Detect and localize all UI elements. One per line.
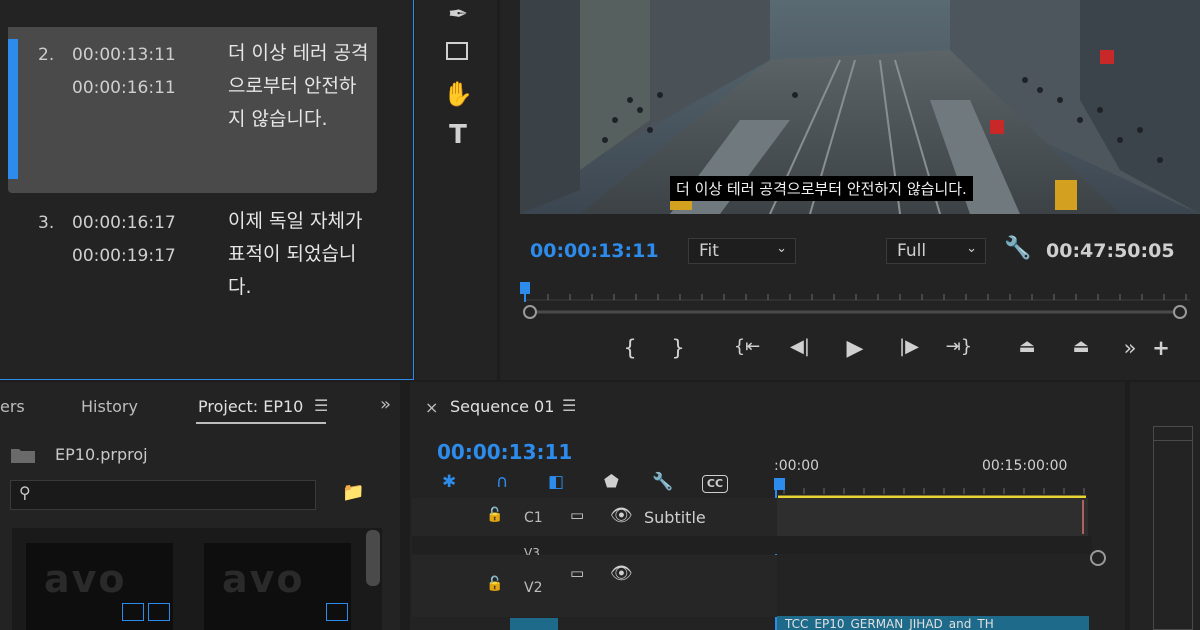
wrench-icon[interactable]: 🔧 [652, 472, 673, 492]
caption-text[interactable]: 더 이상 테러 공격으로부터 안전하지 않습니다. [228, 37, 373, 136]
logo-mark: avo [222, 557, 305, 601]
lock-icon[interactable]: 🔓 [486, 507, 503, 523]
quality-dropdown[interactable]: Full ⌄ [886, 238, 986, 264]
snap-icon[interactable]: ✱ [442, 472, 456, 492]
premiere-window: 2. 00:00:13:11 00:00:16:11 더 이상 테러 공격으로부… [0, 0, 1200, 630]
track-target-v1[interactable] [510, 618, 558, 630]
wrench-icon[interactable]: 🔧 [1004, 236, 1031, 261]
eye-icon[interactable]: 👁 [610, 563, 633, 584]
tab-project[interactable]: Project: EP10 [198, 397, 303, 416]
project-file-name: EP10.prproj [55, 445, 148, 464]
captions-panel: 2. 00:00:13:11 00:00:16:11 더 이상 테러 공격으로부… [0, 0, 414, 380]
folder-icon [10, 446, 36, 464]
caption-out-timecode[interactable]: 00:00:19:17 [72, 240, 176, 273]
tab-sequence[interactable]: Sequence 01 [450, 397, 554, 416]
play-icon[interactable]: ▶ [840, 336, 870, 361]
track-header-v2 [412, 555, 777, 617]
tab-markers[interactable]: ers [0, 397, 25, 416]
logo-mark: avo [44, 557, 127, 601]
lift-icon[interactable]: ⏏ [1012, 336, 1042, 357]
toggle-output-icon[interactable]: ▭ [570, 506, 584, 524]
rectangle-icon[interactable] [443, 40, 473, 70]
audio-badge-icon [148, 603, 170, 621]
caption-out-timecode[interactable]: 00:00:16:11 [72, 72, 176, 105]
clip-end-marker [1082, 500, 1084, 534]
captions-icon[interactable]: CC [702, 475, 728, 493]
panel-menu-icon[interactable]: ☰ [562, 396, 576, 415]
zoom-value: Fit [699, 241, 719, 261]
track-c1-name: Subtitle [644, 508, 706, 527]
video-badge-icon [122, 603, 144, 621]
caption-in-timecode[interactable]: 00:00:16:17 [72, 207, 176, 240]
track-c1-area[interactable] [777, 498, 1088, 536]
lock-icon[interactable]: 🔓 [486, 576, 503, 592]
duration-timecode: 00:47:50:05 [1046, 240, 1175, 262]
eye-icon[interactable]: 👁 [610, 505, 633, 526]
selection-bar [8, 39, 18, 179]
caption-number: 3. [38, 213, 55, 233]
timeline-zoom-handle[interactable] [1090, 550, 1106, 566]
more-icon[interactable]: » [1115, 336, 1145, 360]
quality-value: Full [897, 241, 927, 261]
media-thumbnail[interactable]: avo [26, 543, 173, 630]
type-icon[interactable]: T [443, 120, 473, 150]
magnet-icon[interactable]: ∩ [496, 472, 508, 492]
clip-name: TCC_EP10_GERMAN_JIHAD_and_TH [785, 617, 994, 630]
search-icon: ⚲ [19, 483, 31, 502]
step-forward-icon[interactable]: |▶ [894, 336, 924, 357]
tab-history[interactable]: History [81, 397, 138, 416]
tools-panel: ✒ ✋ T [415, 0, 497, 380]
scrollbar[interactable] [366, 530, 380, 586]
chevron-down-icon: ⌄ [776, 241, 787, 256]
caption-item[interactable]: 3. 00:00:16:17 00:00:19:17 이제 독일 자체가 표적이… [8, 195, 377, 315]
add-icon[interactable]: + [1146, 336, 1176, 360]
chevron-down-icon: ⌄ [966, 241, 977, 256]
search-input[interactable]: ⚲ [10, 480, 316, 510]
panel-menu-icon[interactable]: ☰ [314, 396, 328, 415]
caption-item-selected[interactable]: 2. 00:00:13:11 00:00:16:11 더 이상 테러 공격으로부… [8, 27, 377, 193]
overflow-chevron-icon[interactable]: » [380, 394, 391, 415]
monitor-current-timecode[interactable]: 00:00:13:11 [530, 240, 659, 262]
track-c1-label: C1 [524, 510, 543, 526]
track-divider [412, 536, 1092, 554]
sequence-badge-icon [326, 603, 348, 621]
zoom-dropdown[interactable]: Fit ⌄ [688, 238, 796, 264]
subtitle-overlay: 더 이상 테러 공격으로부터 안전하지 않습니다. [670, 176, 973, 201]
hand-icon[interactable]: ✋ [443, 80, 473, 110]
go-to-in-icon[interactable]: {⇤ [732, 336, 762, 357]
timeline-current-timecode[interactable]: 00:00:13:11 [437, 440, 572, 464]
step-back-icon[interactable]: ◀| [785, 336, 815, 357]
linked-icon[interactable]: ◧ [548, 472, 564, 492]
monitor-scrubber[interactable] [518, 280, 1198, 320]
mark-out-icon[interactable]: } [663, 336, 693, 360]
media-thumbnail[interactable]: avo [204, 543, 351, 630]
caption-number: 2. [38, 45, 55, 65]
pen-icon[interactable]: ✒ [443, 0, 473, 30]
video-clip[interactable]: TCC_EP10_GERMAN_JIHAD_and_TH [777, 616, 1089, 630]
ruler-mid-label: 00:15:00:00 [982, 458, 1068, 474]
new-bin-icon[interactable]: 📁 [342, 482, 364, 503]
track-header-c1 [412, 498, 777, 536]
marker-icon[interactable]: ⬟ [604, 472, 619, 492]
track-v2-label: V2 [524, 580, 543, 596]
ruler-start-label: :00:00 [774, 458, 820, 474]
active-tab-underline [196, 422, 326, 424]
mark-in-icon[interactable]: { [615, 336, 645, 360]
audio-meter [1153, 426, 1193, 630]
go-to-out-icon[interactable]: ⇥} [944, 336, 974, 357]
extract-icon[interactable]: ⏏ [1066, 336, 1096, 357]
caption-in-timecode[interactable]: 00:00:13:11 [72, 39, 176, 72]
caption-text[interactable]: 이제 독일 자체가 표적이 되었습니다. [228, 205, 373, 304]
toggle-output-icon[interactable]: ▭ [570, 564, 584, 582]
close-icon[interactable]: × [425, 398, 438, 417]
